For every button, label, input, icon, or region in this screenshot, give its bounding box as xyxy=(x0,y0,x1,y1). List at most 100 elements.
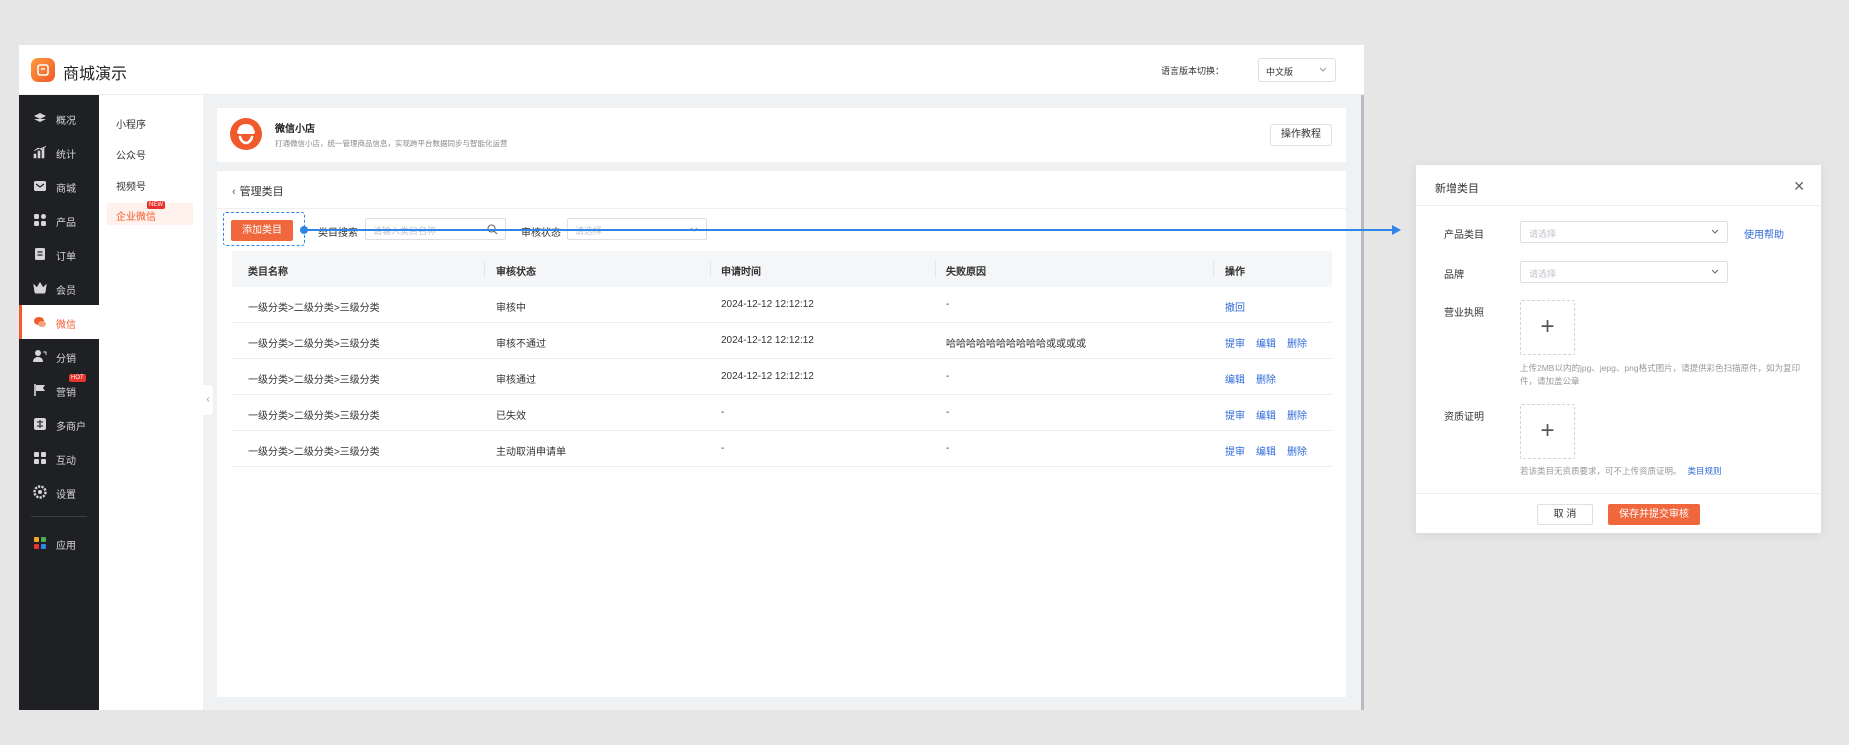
category-rules-link[interactable]: 类目规则 xyxy=(1688,466,1722,476)
save-and-submit-button[interactable]: 保存并提交审核 xyxy=(1608,504,1700,525)
dialog-footer-divider xyxy=(1416,493,1821,494)
subnav-item-label: 企业微信 xyxy=(116,212,156,223)
column-separator xyxy=(484,261,485,277)
subnav-item-channels[interactable]: 视频号 xyxy=(116,178,146,193)
resubmit-link[interactable]: 提审 xyxy=(1225,443,1245,458)
flag-icon xyxy=(34,384,45,396)
product-category-label: 产品类目 xyxy=(1444,230,1484,241)
cell-reason: 哈哈哈哈哈哈哈哈哈哈或或或或 xyxy=(946,339,1086,350)
chevron-down-icon xyxy=(1319,67,1327,72)
sidebar-item-multi-merchant[interactable]: 多商户 xyxy=(19,407,99,441)
audit-status-label: 审核状态 xyxy=(521,228,561,239)
qualification-upload[interactable]: + xyxy=(1520,404,1575,459)
language-select[interactable]: 中文版 xyxy=(1258,58,1336,82)
delete-link[interactable]: 删除 xyxy=(1287,335,1307,350)
category-search-label: 类目搜索 xyxy=(318,228,358,239)
subnav-item-miniprogram[interactable]: 小程序 xyxy=(116,116,146,131)
column-header-time: 申请时间 xyxy=(721,267,761,278)
language-label: 语言版本切换： xyxy=(1160,66,1224,76)
resubmit-link[interactable]: 提审 xyxy=(1225,335,1245,350)
sidebar-item-apps[interactable]: 应用 xyxy=(19,526,99,560)
help-link[interactable]: 使用帮助 xyxy=(1744,226,1784,241)
app-logo-icon xyxy=(31,58,55,82)
product-category-select[interactable]: 请选择 xyxy=(1520,221,1728,243)
brand-select[interactable]: 请选择 xyxy=(1520,261,1728,283)
search-placeholder: 请输入类目名称 xyxy=(373,226,437,236)
sidebar-item-label: 概况 xyxy=(56,116,76,127)
business-license-upload[interactable]: + xyxy=(1520,300,1575,355)
cell-name: 一级分类>二级分类>三级分类 xyxy=(248,375,380,386)
chart-icon xyxy=(33,145,47,159)
language-value: 中文版 xyxy=(1266,67,1294,77)
qualification-label: 资质证明 xyxy=(1444,412,1484,423)
gear-icon xyxy=(33,485,47,499)
brand-label: 品牌 xyxy=(1444,270,1464,281)
edit-link[interactable]: 编辑 xyxy=(1256,443,1276,458)
delete-link[interactable]: 删除 xyxy=(1287,443,1307,458)
cell-name: 一级分类>二级分类>三级分类 xyxy=(248,447,380,458)
table-row: 一级分类>二级分类>三级分类 审核通过 2024-12-12 12:12:12 … xyxy=(232,359,1332,395)
user-share-icon xyxy=(33,350,47,362)
cell-time: 2024-12-12 12:12:12 xyxy=(721,335,814,346)
cell-status: 审核中 xyxy=(496,303,526,314)
sidebar-item-orders[interactable]: 订单 xyxy=(19,237,99,271)
highlight-box: 添加类目 xyxy=(223,212,305,246)
subnav-item-official-account[interactable]: 公众号 xyxy=(116,147,146,162)
resubmit-link[interactable]: 提审 xyxy=(1225,407,1245,422)
sidebar-item-marketing[interactable]: 营销 HOT xyxy=(19,373,99,407)
status-placeholder: 请选择 xyxy=(575,226,603,236)
edit-link[interactable]: 编辑 xyxy=(1256,407,1276,422)
grid-icon xyxy=(34,214,46,226)
edit-link[interactable]: 编辑 xyxy=(1225,371,1245,386)
cell-reason: - xyxy=(946,407,950,418)
sidebar-item-members[interactable]: 会员 xyxy=(19,271,99,305)
layers-icon xyxy=(34,113,46,122)
cell-status: 审核不通过 xyxy=(496,339,546,350)
clipboard-icon xyxy=(35,248,45,260)
sidebar-item-label: 互动 xyxy=(56,456,76,467)
close-icon[interactable]: ✕ xyxy=(1793,178,1805,195)
sidebar-item-overview[interactable]: 概况 xyxy=(19,101,99,135)
sidebar-item-label: 微信 xyxy=(56,320,76,331)
app-title: 商城演示 xyxy=(63,66,128,83)
sidebar-item-settings[interactable]: 设置 xyxy=(19,475,99,509)
tutorial-button[interactable]: 操作教程 xyxy=(1270,124,1332,146)
sidebar-item-products[interactable]: 产品 xyxy=(19,203,99,237)
column-header-name: 类目名称 xyxy=(248,267,288,278)
sidebar-item-wechat[interactable]: 微信 xyxy=(19,305,99,339)
sub-navigation: 小程序 公众号 视频号 企业微信 NEW xyxy=(99,95,203,710)
apps-icon xyxy=(34,452,46,464)
subnav-item-wecom[interactable]: 企业微信 NEW xyxy=(107,201,193,225)
table-header: 类目名称 审核状态 申请时间 失败原因 操作 xyxy=(232,251,1332,287)
add-category-button[interactable]: 添加类目 xyxy=(231,220,293,241)
cell-time: 2024-12-12 12:12:12 xyxy=(721,371,814,382)
select-placeholder: 请选择 xyxy=(1529,269,1557,279)
cell-time: 2024-12-12 12:12:12 xyxy=(721,299,814,310)
edit-link[interactable]: 编辑 xyxy=(1256,335,1276,350)
dialog-divider xyxy=(1416,205,1821,206)
column-header-status: 审核状态 xyxy=(496,267,536,278)
delete-link[interactable]: 删除 xyxy=(1287,407,1307,422)
annotation-arrow-icon xyxy=(1392,225,1401,235)
sidebar-item-label: 设置 xyxy=(56,490,76,501)
sidebar-item-distribution[interactable]: 分销 xyxy=(19,339,99,373)
withdraw-link[interactable]: 撤回 xyxy=(1225,299,1245,314)
qualification-hint-text: 若该类目无资质要求，可不上传资质证明。 xyxy=(1520,466,1682,476)
annotation-connector-dot xyxy=(300,226,308,234)
select-placeholder: 请选择 xyxy=(1529,229,1557,239)
back-link[interactable]: ‹ 管理类目 xyxy=(232,183,284,199)
main-sidebar: 概况 统计 商城 产品 订单 会员 微信 分销 营销 HOT 多商户 互动 设置… xyxy=(19,95,99,710)
sidebar-item-label: 分销 xyxy=(56,354,76,365)
sidebar-item-interaction[interactable]: 互动 xyxy=(19,441,99,475)
cancel-button[interactable]: 取 消 xyxy=(1537,504,1593,525)
sidebar-item-label: 订单 xyxy=(56,252,76,263)
cell-status: 已失效 xyxy=(496,411,526,422)
sidebar-item-stats[interactable]: 统计 xyxy=(19,135,99,169)
collapse-sidebar-button[interactable]: ‹ xyxy=(203,385,213,415)
delete-link[interactable]: 删除 xyxy=(1256,371,1276,386)
table-row: 一级分类>二级分类>三级分类 审核不通过 2024-12-12 12:12:12… xyxy=(232,323,1332,359)
column-separator xyxy=(710,261,711,277)
page-scrollbar[interactable] xyxy=(1361,95,1364,710)
business-license-hint: 上传2MB以内的jpg、jepg、png格式图片，请提供彩色扫描原件，如为复印件… xyxy=(1520,363,1801,386)
sidebar-item-mall[interactable]: 商城 xyxy=(19,169,99,203)
